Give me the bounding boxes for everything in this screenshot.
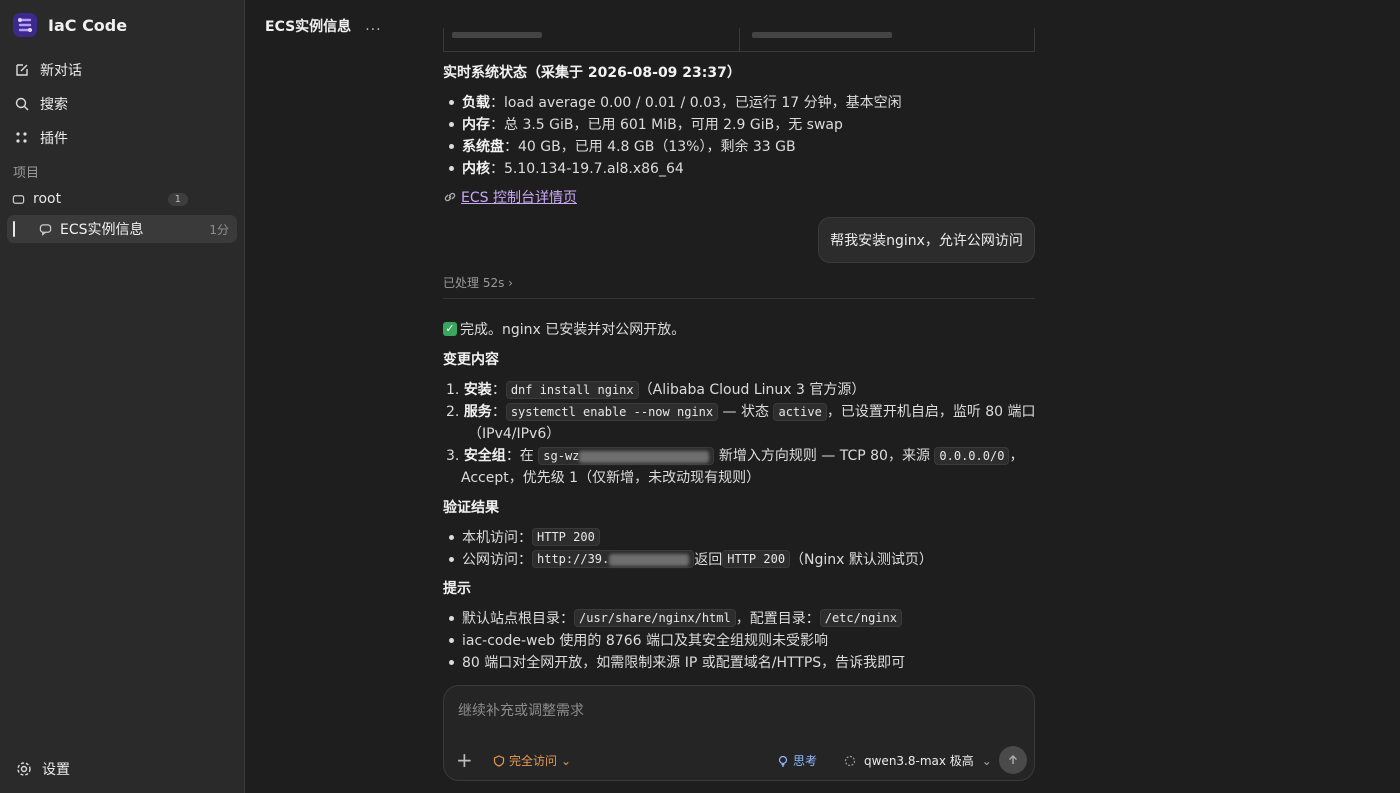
lightbulb-icon [778, 755, 788, 767]
add-attachment-button[interactable]: + [456, 748, 473, 772]
shield-icon [493, 754, 505, 767]
list-item: 默认站点根目录：/usr/share/nginx/html ，配置目录：/etc/… [449, 608, 902, 628]
composer-input[interactable]: 继续补充或调整需求 [458, 700, 584, 720]
search-icon [15, 97, 29, 111]
chevron-down-icon: ⌄ [561, 753, 572, 768]
thread-time: 1分 [209, 222, 229, 237]
gear-icon [17, 762, 31, 776]
new-chat-button[interactable]: 新对话 [14, 60, 82, 80]
project-root[interactable]: root 1 [12, 191, 188, 207]
project-name: root [33, 191, 62, 207]
link-icon [444, 192, 456, 202]
redacted-blur [609, 553, 690, 566]
model-status-icon [844, 755, 856, 766]
projects-section-label: 项目 [13, 166, 40, 181]
check-icon: ✓ [443, 322, 457, 336]
list-item: 负载 ：load average 0.00 / 0.01 / 0.03，已运行 1… [449, 92, 902, 112]
plugins-icon [16, 132, 27, 143]
table-fragment [443, 28, 1035, 52]
sidebar: IaC Code 新对话 搜索 插件 项目 root 1 ECS实例信息 1分 … [0, 0, 245, 793]
chevron-down-icon: ⌄ [981, 753, 992, 768]
list-item-continuation: Accept，优先级 1（仅新增，未改动现有规则） [461, 470, 761, 486]
verify-heading: 验证结果 [443, 500, 499, 516]
chat-bubble-icon [39, 223, 52, 236]
tips-heading: 提示 [443, 581, 471, 597]
list-item: 公网访问： http://39. 返回 HTTP 200 （Nginx 默认测试页） [449, 549, 933, 569]
app-name: IaC Code [48, 15, 128, 35]
list-item: 3. 安全组：在 sg-wz 新增入方向规则 — TCP 80，来源 0.0.0… [446, 447, 1024, 465]
conversation-title: ECS实例信息 [265, 19, 352, 35]
settings-button[interactable]: 设置 [16, 759, 70, 779]
arrow-up-icon [1008, 754, 1018, 764]
plugins-label: 插件 [40, 131, 68, 147]
project-icon [12, 194, 25, 204]
message-composer[interactable]: 继续补充或调整需求 + 完全访问 ⌄ 思考 qwen3.8-max 极高 ⌄ [443, 685, 1035, 781]
list-item: iac-code-web 使用的 8766 端口及其安全组规则未受影响 [449, 630, 828, 650]
list-item: 本机访问： HTTP 200 [449, 527, 600, 547]
list-item: 2. 服务： systemctl enable --now nginx — 状态 … [446, 403, 1036, 421]
active-indicator [13, 221, 15, 237]
divider [443, 298, 1035, 299]
model-selector[interactable]: qwen3.8-max 极高 ⌄ [844, 752, 992, 769]
done-line: ✓ 完成。nginx 已安装并对公网开放。 [443, 319, 685, 339]
ecs-console-link[interactable]: ECS 控制台详情页 [461, 187, 577, 207]
search-button[interactable]: 搜索 [14, 94, 68, 114]
search-label: 搜索 [40, 97, 68, 113]
app-logo-icon [13, 13, 37, 37]
send-button[interactable] [999, 746, 1027, 774]
list-item: 内存 ：总 3.5 GiB，已用 601 MiB，可用 2.9 GiB，无 swa… [449, 114, 843, 134]
list-item: 1. 安装： dnf install nginx （Alibaba Cloud Li… [446, 381, 866, 399]
redacted-blur [579, 450, 710, 463]
thread-item-ecs[interactable]: ECS实例信息 1分 [7, 215, 237, 243]
settings-label: 设置 [42, 762, 70, 778]
list-item-continuation: （IPv4/IPv6） [468, 426, 561, 442]
compose-icon [16, 64, 28, 76]
brand[interactable]: IaC Code [12, 12, 127, 38]
access-mode-dropdown[interactable]: 完全访问 ⌄ [493, 752, 571, 769]
plugins-button[interactable]: 插件 [14, 128, 68, 148]
list-item: 内核 ：5.10.134-19.7.al8.x86_64 [449, 158, 684, 178]
console-link-row: ECS 控制台详情页 [443, 187, 577, 207]
processed-toggle[interactable]: 已处理 52s › [443, 274, 513, 291]
list-item: 系统盘 ：40 GB，已用 4.8 GB（13%），剩余 33 GB [449, 136, 796, 156]
thread-title: ECS实例信息 [60, 222, 144, 238]
more-options-button[interactable]: ... [365, 18, 381, 34]
project-count-badge: 1 [167, 192, 188, 206]
user-message: 帮我安装nginx，允许公网访问 [818, 217, 1035, 263]
conversation-header: ECS实例信息 ... [265, 16, 382, 36]
changes-heading: 变更内容 [443, 352, 499, 368]
system-status-heading: 实时系统状态（采集于 2026-08-09 23:37） [443, 65, 741, 81]
new-chat-label: 新对话 [40, 63, 82, 79]
list-item: 80 端口对全网开放，如需限制来源 IP 或配置域名/HTTPS，告诉我即可 [449, 652, 905, 672]
think-toggle[interactable]: 思考 [777, 752, 817, 769]
